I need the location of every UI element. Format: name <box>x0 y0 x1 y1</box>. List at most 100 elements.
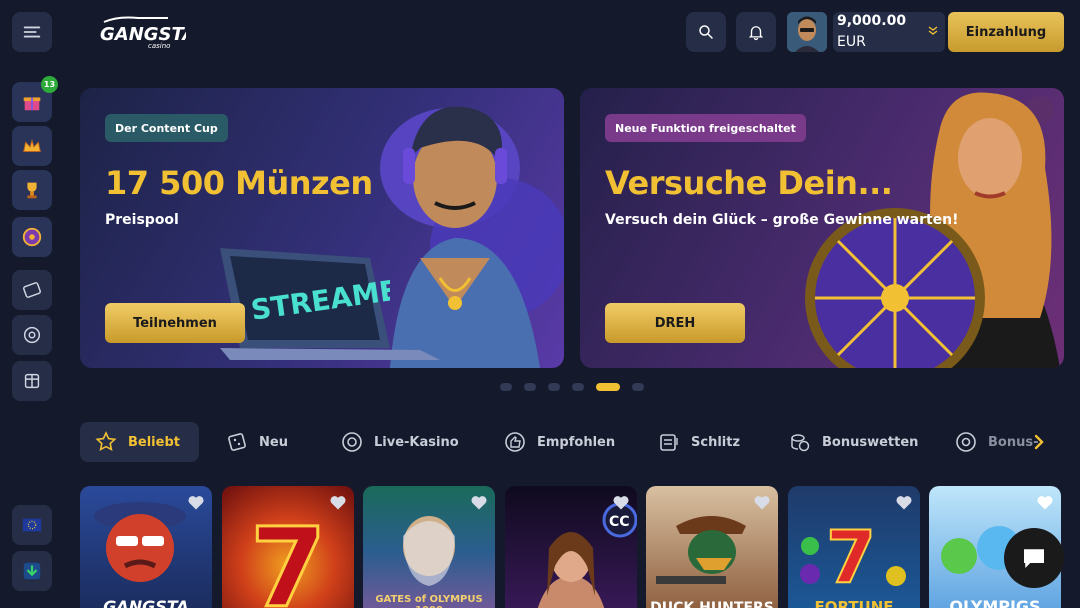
promo-banner-wheel[interactable]: Neue Funktion freigeschaltet Versuche De… <box>580 88 1064 368</box>
user-avatar[interactable] <box>787 12 827 52</box>
tab-label: Bonuswetten <box>822 434 919 450</box>
balance-currency: EUR <box>837 34 866 50</box>
ticket-icon <box>23 282 41 298</box>
game-tile-live-dealer[interactable]: CC <box>505 486 637 608</box>
tab-live-casino[interactable]: Live-Kasino <box>326 422 473 462</box>
support-chat-button[interactable] <box>1004 528 1064 588</box>
tab-slots[interactable]: Schlitz <box>643 422 754 462</box>
gangsta-logo-icon: GANGSTA casino <box>100 16 196 50</box>
svg-text:7: 7 <box>250 504 327 608</box>
trophy-icon <box>27 182 37 199</box>
banner-title: Versuche Dein... <box>605 164 893 202</box>
svg-text:7: 7 <box>826 515 876 599</box>
game-title: GATES of OLYMPUS 1000 <box>375 594 483 608</box>
dice-icon <box>228 433 246 451</box>
tab-new[interactable]: Neu <box>211 422 302 462</box>
favorite-heart-icon[interactable] <box>469 492 489 512</box>
tab-popular[interactable]: Beliebt <box>80 422 199 462</box>
sidebar-gifts-button[interactable]: 13 <box>12 76 58 122</box>
banner-title: 17 500 Münzen <box>105 164 373 202</box>
bell-icon <box>748 26 764 41</box>
sidebar-shop-button[interactable] <box>12 361 52 401</box>
banner-tag: Neue Funktion freigeschaltet <box>605 114 806 142</box>
carousel-dot[interactable] <box>524 383 536 391</box>
casino-chip-icon <box>23 326 41 344</box>
download-app-button[interactable] <box>12 551 52 591</box>
search-icon <box>699 25 713 39</box>
game-title: DUCK HUNTERS <box>650 600 774 608</box>
menu-toggle-button[interactable] <box>12 12 52 52</box>
crown-icon <box>23 138 41 152</box>
slot-machine-icon <box>660 434 678 451</box>
tab-label: Beliebt <box>128 434 180 450</box>
chevron-right-icon[interactable] <box>1030 430 1050 454</box>
carousel-dot[interactable] <box>632 383 644 391</box>
tab-label: Schlitz <box>691 434 741 450</box>
streamer-screen-text: STREAMER <box>249 273 390 323</box>
balance-selector[interactable]: 9,000.00 EUR <box>833 12 945 52</box>
star-icon <box>95 431 117 452</box>
carousel-dot[interactable] <box>572 383 584 391</box>
fortune-wheel-icon <box>22 227 42 247</box>
tab-bonus-bets[interactable]: Bonuswetten <box>774 422 932 462</box>
sidebar-vip-button[interactable] <box>12 126 52 166</box>
eu-flag-icon <box>22 518 42 532</box>
sidebar-live-button[interactable] <box>12 315 52 355</box>
category-tabs: Beliebt Neu Live-Kasino Empfohlen Schlit… <box>80 422 1060 462</box>
game-tile-sevens[interactable]: 7 <box>222 486 354 608</box>
thumbs-up-icon <box>505 432 525 452</box>
download-icon <box>23 562 41 580</box>
favorite-heart-icon[interactable] <box>894 492 914 512</box>
sidebar: 13 <box>0 0 64 608</box>
carousel-dot[interactable] <box>500 383 512 391</box>
chip-icon <box>342 432 362 452</box>
top-header: GANGSTA casino 9,000.00 EUR Einzahlung <box>64 0 1080 64</box>
balance-amount: 9,000.00 <box>837 13 907 29</box>
carousel-dot[interactable] <box>548 383 560 391</box>
store-icon <box>24 373 40 389</box>
banner-subtitle: Versuch dein Glück – große Gewinne warte… <box>605 212 959 228</box>
join-button[interactable]: Teilnehmen <box>105 303 245 343</box>
game-title: GANGSTA <box>103 597 189 608</box>
svg-text:casino: casino <box>148 42 170 50</box>
promo-banner-content-cup[interactable]: STREAMER Der Content Cup 17 500 Münzen P… <box>80 88 564 368</box>
carousel-dot-active[interactable] <box>596 383 620 391</box>
svg-text:CC: CC <box>609 514 630 530</box>
svg-text:GANGSTA: GANGSTA <box>100 24 186 45</box>
favorite-heart-icon[interactable] <box>752 492 772 512</box>
spin-button[interactable]: DREH <box>605 303 745 343</box>
sidebar-wheel-button[interactable] <box>12 217 52 257</box>
game-tile-gangsta[interactable]: GANGSTA <box>80 486 212 608</box>
game-tile-gates-of-olympus[interactable]: GATES of OLYMPUS 1000 <box>363 486 495 608</box>
tab-label: Neu <box>259 434 288 450</box>
tab-label: Live-Kasino <box>374 434 459 450</box>
coins-icon <box>791 434 810 452</box>
avatar-portrait-icon <box>787 12 827 52</box>
favorite-heart-icon[interactable] <box>1035 492 1055 512</box>
notifications-button[interactable] <box>736 12 776 52</box>
favorite-heart-icon[interactable] <box>328 492 348 512</box>
deposit-button[interactable]: Einzahlung <box>948 12 1064 52</box>
favorite-heart-icon[interactable] <box>186 492 206 512</box>
tab-recommended[interactable]: Empfohlen <box>489 422 629 462</box>
search-button[interactable] <box>686 12 726 52</box>
banner-tag: Der Content Cup <box>105 114 228 142</box>
wheel-woman-art <box>805 92 1060 368</box>
game-title: FORTUNE <box>814 598 894 608</box>
game-tile-fortune[interactable]: 7 FORTUNE <box>788 486 920 608</box>
banner-subtitle: Preispool <box>105 212 179 228</box>
sidebar-tournaments-button[interactable] <box>12 170 52 210</box>
game-tile-duck-hunters[interactable]: DUCK HUNTERS <box>646 486 778 608</box>
casino-logo[interactable]: GANGSTA casino <box>98 14 196 50</box>
sidebar-sports-button[interactable] <box>12 270 52 310</box>
language-selector-button[interactable] <box>12 505 52 545</box>
chat-bubble-icon <box>1024 549 1044 568</box>
gear-chip-icon <box>956 432 976 452</box>
chevron-down-icon <box>928 26 938 35</box>
svg-text:STREAMER: STREAMER <box>249 273 390 323</box>
tab-label: Empfohlen <box>537 434 616 450</box>
favorite-heart-icon[interactable] <box>611 492 631 512</box>
gift-count-badge: 13 <box>41 76 58 93</box>
gift-icon <box>23 97 41 111</box>
hamburger-menu-icon <box>23 26 41 38</box>
